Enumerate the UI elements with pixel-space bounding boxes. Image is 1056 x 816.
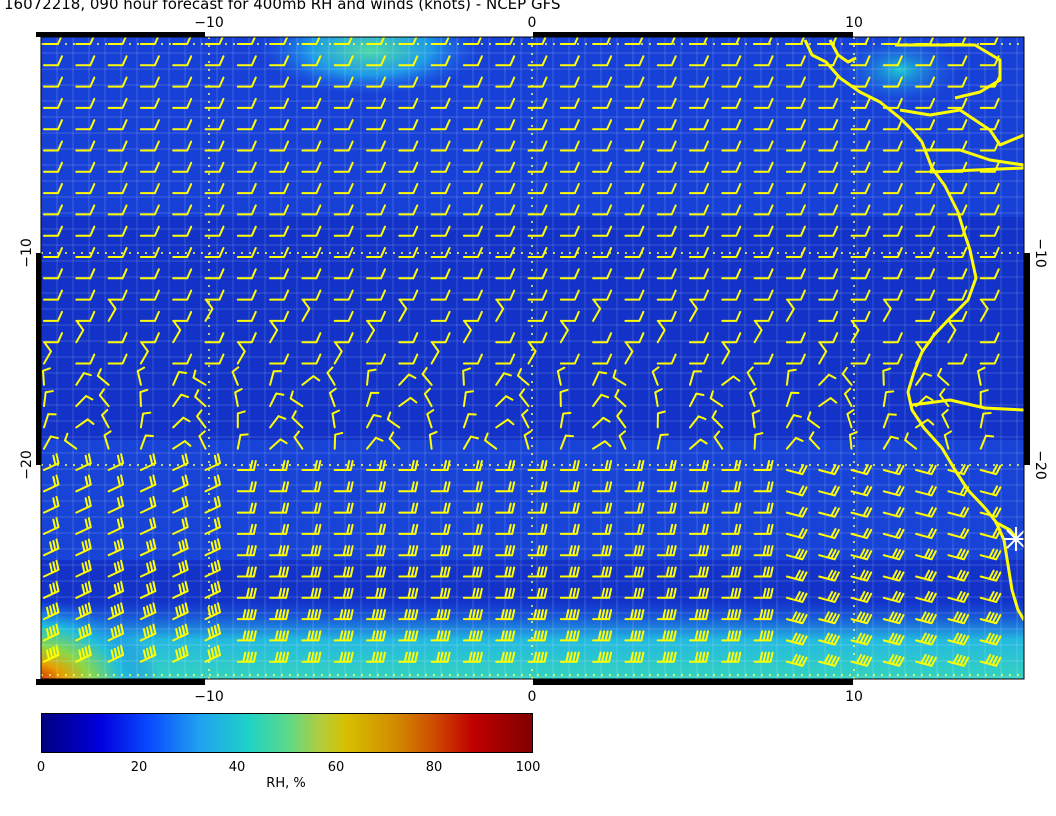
bottom-axis-label: 10 bbox=[845, 689, 863, 705]
frame-bar bbox=[1024, 253, 1030, 465]
top-axis-label: −10 bbox=[194, 15, 224, 31]
colorbar-label: RH, % bbox=[266, 776, 306, 791]
colorbar-tick: 40 bbox=[228, 760, 246, 775]
right-axis-label: −20 bbox=[1032, 450, 1048, 480]
frame-bar bbox=[533, 32, 853, 37]
colorbar-tick: 100 bbox=[515, 760, 541, 775]
colorbar-tick: 20 bbox=[130, 760, 148, 775]
frame-bar bbox=[36, 32, 205, 37]
top-axis-label: 0 bbox=[528, 15, 537, 31]
frame-bar bbox=[36, 679, 205, 685]
left-axis-label: −20 bbox=[19, 450, 35, 480]
colorbar bbox=[41, 713, 533, 753]
colorbar-tick: 60 bbox=[327, 760, 345, 775]
frame-bar bbox=[36, 253, 41, 465]
rh-field bbox=[41, 37, 1024, 679]
colorbar-tick: 80 bbox=[425, 760, 443, 775]
right-axis-label: −10 bbox=[1032, 238, 1048, 268]
left-axis-label: −10 bbox=[19, 238, 35, 268]
bottom-axis-label: −10 bbox=[194, 689, 224, 705]
top-axis-label: 10 bbox=[845, 15, 863, 31]
frame-bar bbox=[533, 679, 853, 685]
bottom-axis-label: 0 bbox=[528, 689, 537, 705]
colorbar-tick: 0 bbox=[36, 760, 46, 775]
weather-map: −10 0 10 −10 0 10 −10 −20 −10 −20 bbox=[19, 15, 1048, 705]
